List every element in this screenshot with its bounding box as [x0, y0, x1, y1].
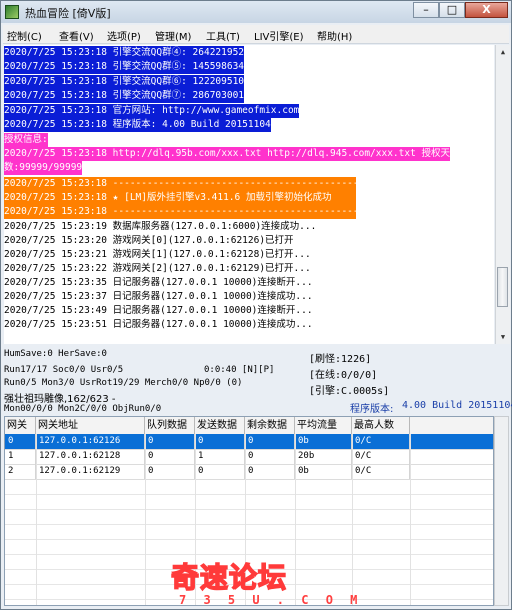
log-line: 2020/7/25 15:23:18 官方网站: http://www.game…	[4, 104, 300, 118]
log-line: 2020/7/25 15:23:20 游戏网关[0](127.0.0.1:621…	[4, 235, 294, 246]
empty-row	[5, 524, 493, 540]
table-cell: 0/C	[352, 464, 410, 479]
column-header[interactable]: 队列数据	[145, 417, 195, 434]
status-refresh: [刷怪:1226]	[309, 354, 372, 365]
scroll-thumb[interactable]	[497, 267, 508, 307]
column-header[interactable]: 发送数据	[195, 417, 245, 434]
log-panel[interactable]: 2020/7/25 15:23:18 引擎交流QQ群④: 264221952 2…	[4, 45, 494, 344]
table-cell: 0	[245, 449, 295, 464]
menu-manage[interactable]: 管理(M)	[155, 28, 191, 43]
status-panel: HumSave:0 HerSave:0 Run17/17 Soc0/0 Usr0…	[4, 346, 512, 415]
column-header[interactable]: 网关地址	[36, 417, 145, 434]
column-divider	[145, 434, 146, 605]
table-cell: 0b	[295, 464, 352, 479]
log-line: 2020/7/25 15:23:18 引擎交流QQ群⑦: 286703001	[4, 89, 245, 103]
log-line: 2020/7/25 15:23:18 引擎交流QQ群⑤: 145598634	[4, 60, 245, 74]
log-line: 2020/7/25 15:23:18 http://dlq.95b.com/xx…	[4, 147, 451, 161]
status-engine: [引擎:C.0005s]	[309, 386, 390, 397]
table-cell: 0	[145, 449, 195, 464]
scroll-down-arrow-icon[interactable]: ▼	[496, 330, 510, 344]
column-divider	[36, 434, 37, 605]
table-row[interactable]: 2 127.0.0.1:62129 0 0 0 0b 0/C	[5, 464, 493, 480]
table-row[interactable]: 1 127.0.0.1:62128 0 1 0 20b 0/C	[5, 449, 493, 465]
table-scrollbar[interactable]	[494, 416, 509, 606]
status-run: Run17/17 Soc0/0 Usr0/5	[4, 365, 124, 375]
empty-row	[5, 494, 493, 510]
empty-row	[5, 479, 493, 495]
log-scrollbar[interactable]: ▲ ▼	[495, 45, 510, 344]
table-cell: 2	[5, 464, 36, 479]
log-line: 授权信息:	[4, 133, 48, 147]
table-cell: 1	[195, 449, 245, 464]
minimize-button[interactable]: –	[413, 2, 439, 18]
table-cell: 0	[195, 464, 245, 479]
status-uptime: 0:0:40 [N][P]	[204, 365, 275, 375]
table-cell: 0/C	[352, 449, 410, 464]
empty-row	[5, 509, 493, 525]
empty-row	[5, 539, 493, 555]
maximize-button[interactable]: □	[439, 2, 465, 18]
table-cell: 20b	[295, 449, 352, 464]
menu-view[interactable]: 查看(V)	[59, 28, 94, 43]
table-cell: 127.0.0.1:62128	[36, 449, 145, 464]
menu-control[interactable]: 控制(C)	[7, 28, 42, 43]
status-objects: Mon00/0/0 Mon2C/0/0 ObjRun0/0	[4, 404, 162, 414]
watermark-logo: 奇速论坛	[170, 560, 288, 595]
log-line: 2020/7/25 15:23:18 引擎交流QQ群⑥: 122209510	[4, 75, 245, 89]
table-cell: 127.0.0.1:62129	[36, 464, 145, 479]
table-cell: 1	[5, 449, 36, 464]
app-icon[interactable]	[5, 5, 19, 19]
column-divider	[352, 434, 353, 605]
status-boss: 强壮祖玛雕像,162/623 -	[4, 394, 116, 405]
watermark-url: 7 3 5 U . C O M	[179, 593, 363, 607]
menu-help[interactable]: 帮助(H)	[317, 28, 352, 43]
table-header: 网关 网关地址 队列数据 发送数据 剩余数据 平均流量 最高人数	[5, 417, 493, 435]
column-header[interactable]: 平均流量	[295, 417, 352, 434]
log-line: 2020/7/25 15:23:19 数据库服务器(127.0.0.1:6000…	[4, 221, 317, 232]
menu-tools[interactable]: 工具(T)	[206, 28, 240, 43]
log-line: 数:99999/99999	[4, 161, 83, 175]
main-window: 热血冒险 [倚V版] – □ X 控制(C) 查看(V) 选项(P) 管理(M)…	[0, 0, 512, 610]
table-row[interactable]: 0 127.0.0.1:62126 0 0 0 0b 0/C	[5, 434, 493, 450]
log-line: 2020/7/25 15:23:18 ★ [LM]版外挂引擎v3.411.6 加…	[4, 191, 356, 205]
log-line: 2020/7/25 15:23:18 程序版本: 4.00 Build 2015…	[4, 118, 271, 132]
site-watermark: 奇速论坛 7 3 5 U . C O M	[170, 556, 357, 610]
table-cell: 0	[195, 434, 245, 449]
table-cell: 0	[145, 434, 195, 449]
log-line: 2020/7/25 15:23:18 ---------------------…	[4, 177, 405, 191]
column-header[interactable]: 剩余数据	[245, 417, 295, 434]
table-cell: 127.0.0.1:62126	[36, 434, 145, 449]
table-cell: 0	[5, 434, 36, 449]
log-line: 2020/7/25 15:23:49 日记服务器(127.0.0.1 10000…	[4, 305, 313, 316]
status-online: [在线:0/0/0]	[309, 370, 378, 381]
log-line: 2020/7/25 15:23:18 ---------------------…	[4, 205, 405, 219]
column-divider	[410, 434, 411, 605]
table-cell: 0	[245, 464, 295, 479]
version-label: 程序版本:	[350, 404, 394, 415]
log-line: 2020/7/25 15:23:22 游戏网关[2](127.0.0.1:621…	[4, 263, 311, 274]
log-line: 2020/7/25 15:23:37 日记服务器(127.0.0.1 10000…	[4, 291, 313, 302]
menu-engine[interactable]: LIV引擎(E)	[254, 28, 303, 43]
table-cell: 0b	[295, 434, 352, 449]
title-bar[interactable]: 热血冒险 [倚V版] – □ X	[1, 1, 511, 23]
menu-options[interactable]: 选项(P)	[107, 28, 141, 43]
column-header[interactable]: 网关	[5, 417, 36, 434]
log-line: 2020/7/25 15:23:35 日记服务器(127.0.0.1 10000…	[4, 277, 313, 288]
log-line: 2020/7/25 15:23:18 引擎交流QQ群④: 264221952	[4, 46, 245, 60]
log-line: 2020/7/25 15:23:51 日记服务器(127.0.0.1 10000…	[4, 319, 313, 330]
scroll-up-arrow-icon[interactable]: ▲	[496, 45, 510, 59]
status-monsters: Run0/5 Mon3/0 UsrRot19/29 Merch0/0 Np0/0…	[4, 378, 243, 388]
column-header[interactable]: 最高人数	[352, 417, 410, 434]
status-save: HumSave:0 HerSave:0	[4, 349, 107, 359]
log-line: 2020/7/25 15:23:21 游戏网关[1](127.0.0.1:621…	[4, 249, 311, 260]
window-title: 热血冒险 [倚V版]	[25, 7, 111, 20]
table-cell: 0/C	[352, 434, 410, 449]
version-value: 4.00 Build 20151104	[402, 400, 512, 411]
menu-bar: 控制(C) 查看(V) 选项(P) 管理(M) 工具(T) LIV引擎(E) 帮…	[3, 25, 509, 44]
close-button[interactable]: X	[465, 2, 508, 18]
table-cell: 0	[145, 464, 195, 479]
table-cell: 0	[245, 434, 295, 449]
